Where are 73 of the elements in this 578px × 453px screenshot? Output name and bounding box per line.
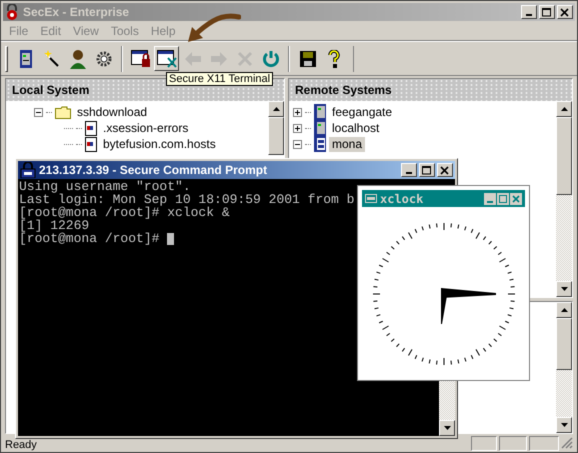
scroll-down-button[interactable]	[439, 420, 455, 436]
tree-item[interactable]: feegangate	[329, 104, 396, 120]
collapse-toggle[interactable]	[34, 108, 43, 116]
maximize-icon	[422, 166, 432, 174]
minimize-button[interactable]	[401, 163, 417, 177]
scrollbar[interactable]	[556, 101, 572, 297]
terminal-line: Using username "root".	[19, 180, 191, 193]
scroll-down-button[interactable]	[556, 281, 572, 297]
maximize-button[interactable]	[539, 5, 555, 19]
tree-item[interactable]: sshdownload	[74, 104, 150, 120]
window-title: xclock	[380, 190, 424, 208]
maximize-icon	[542, 8, 552, 16]
resize-grip-icon	[561, 437, 573, 449]
tree-item[interactable]: localhost	[329, 120, 382, 136]
plus-icon	[295, 110, 300, 114]
padlock-icon	[5, 4, 19, 20]
window-title: 213.137.3.39 - Secure Command Prompt	[39, 162, 268, 179]
scroll-thumb[interactable]	[556, 318, 572, 370]
scroll-thumb[interactable]	[268, 117, 284, 155]
status-text: Ready	[5, 438, 38, 452]
plus-icon	[295, 126, 300, 130]
maximize-icon	[499, 194, 507, 202]
arrow-drawing	[185, 13, 241, 45]
down-arrow-icon	[444, 426, 450, 430]
folder-icon	[55, 106, 71, 118]
server-icon	[314, 120, 326, 136]
pane-title: Remote Systems	[295, 82, 392, 99]
scroll-up-button[interactable]	[556, 101, 572, 117]
close-button[interactable]	[437, 163, 453, 177]
window-menu-icon	[365, 194, 377, 203]
scrollbar[interactable]	[268, 101, 284, 155]
minus-icon	[36, 110, 41, 114]
down-arrow-icon	[560, 423, 568, 427]
tree-item[interactable]: mona	[329, 136, 366, 152]
minus-icon	[295, 142, 300, 146]
file-icon	[85, 136, 97, 152]
pane-title: Local System	[12, 82, 90, 99]
tree-item[interactable]: bytefusion.com.hosts	[100, 136, 219, 152]
close-icon	[440, 166, 450, 174]
close-icon	[560, 8, 570, 16]
status-panel	[471, 436, 497, 450]
expand-toggle[interactable]	[293, 124, 302, 132]
scroll-down-button[interactable]	[556, 417, 572, 433]
status-panel	[499, 436, 527, 450]
terminal-line: [1] 12269	[19, 219, 90, 232]
up-arrow-icon	[560, 308, 568, 312]
terminal-line: Last login: Mon Sep 10 18:09:59 2001 from b	[19, 193, 354, 206]
scrollbar[interactable]	[439, 380, 455, 436]
collapse-toggle[interactable]	[293, 140, 302, 148]
terminal-line: [root@mona /root]# xclock &	[19, 206, 230, 219]
scroll-up-button[interactable]	[268, 101, 284, 117]
minimize-button[interactable]	[521, 5, 537, 19]
minimize-icon	[487, 200, 493, 202]
minimize-icon	[406, 172, 412, 174]
down-arrow-icon	[560, 287, 568, 291]
expand-toggle[interactable]	[293, 108, 302, 116]
scrollbar[interactable]	[556, 302, 572, 433]
server-icon	[314, 136, 326, 152]
minimize-icon	[526, 14, 532, 16]
close-button[interactable]	[557, 5, 573, 19]
file-icon	[85, 120, 97, 136]
close-icon	[512, 194, 520, 202]
scroll-up-button[interactable]	[556, 302, 572, 318]
tooltip: Secure X11 Terminal	[166, 72, 274, 86]
status-panel	[529, 436, 559, 450]
scroll-thumb[interactable]	[556, 117, 572, 196]
tree-item[interactable]: .xsession-errors	[100, 120, 192, 136]
window-title: SecEx - Enterprise	[23, 4, 130, 21]
terminal-line: [root@mona /root]#	[19, 232, 160, 245]
up-arrow-icon	[560, 107, 568, 111]
maximize-button[interactable]	[419, 163, 435, 177]
up-arrow-icon	[272, 107, 280, 111]
server-icon	[314, 104, 326, 120]
